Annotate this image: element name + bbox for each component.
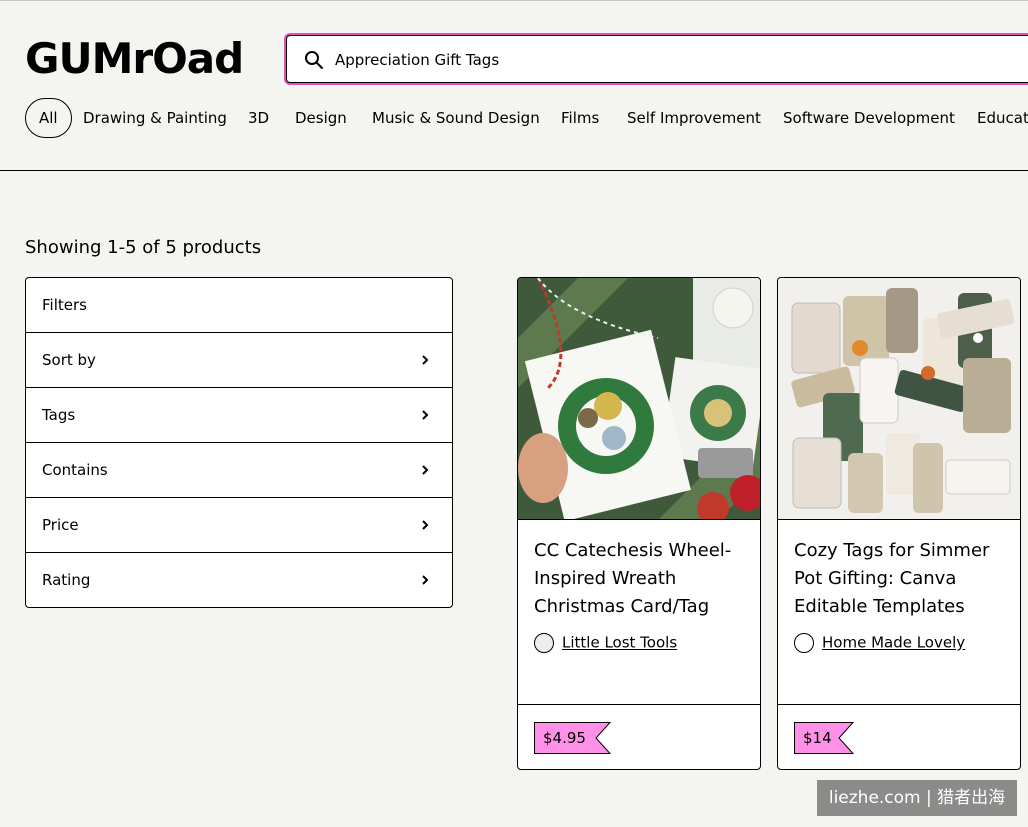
filter-label: Rating	[42, 571, 91, 589]
chevron-right-icon	[422, 410, 429, 420]
nav-item-films[interactable]: Films	[561, 98, 599, 138]
watermark: liezhe.com | 猎者出海	[817, 780, 1017, 816]
filter-label: Sort by	[42, 351, 96, 369]
product-title[interactable]: CC Catechesis Wheel-Inspired Wreath Chri…	[534, 537, 750, 621]
creator-avatar	[794, 632, 814, 653]
chevron-right-icon	[422, 355, 429, 365]
creator-name[interactable]: Little Lost Tools	[562, 634, 677, 652]
price-label: $14	[803, 729, 832, 747]
nav-item-music-sound-design[interactable]: Music & Sound Design	[372, 98, 540, 138]
nav-item-education[interactable]: Educat	[977, 98, 1028, 138]
product-card[interactable]: Cozy Tags for Simmer Pot Gifting: Canva …	[777, 277, 1021, 770]
product-thumbnail[interactable]	[518, 278, 760, 520]
filter-label: Price	[42, 516, 79, 534]
nav-item-self-improvement[interactable]: Self Improvement	[627, 98, 761, 138]
filters-heading: Filters	[26, 278, 452, 333]
filter-contains[interactable]: Contains	[26, 443, 452, 498]
creator-name[interactable]: Home Made Lovely	[822, 634, 965, 652]
nav-item-software-development[interactable]: Software Development	[783, 98, 955, 138]
product-footer: $14	[778, 704, 1020, 769]
filter-rating[interactable]: Rating	[26, 553, 452, 607]
search-icon	[305, 51, 323, 69]
product-card[interactable]: CC Catechesis Wheel-Inspired Wreath Chri…	[517, 277, 761, 770]
chevron-right-icon	[422, 575, 429, 585]
nav-item-drawing-painting[interactable]: Drawing & Painting	[83, 98, 227, 138]
top-header: GUMrOad Appreciation Gift Tags All Drawi…	[0, 0, 1028, 171]
product-title[interactable]: Cozy Tags for Simmer Pot Gifting: Canva …	[794, 537, 1010, 621]
creator-avatar	[534, 632, 554, 653]
nav-item-design[interactable]: Design	[295, 98, 347, 138]
creator-link[interactable]: Little Lost Tools	[534, 632, 677, 654]
price-label: $4.95	[543, 729, 586, 747]
nav-item-all[interactable]: All	[25, 98, 72, 138]
nav-item-3d[interactable]: 3D	[248, 98, 269, 138]
filter-label: Tags	[42, 406, 76, 424]
search-input[interactable]: Appreciation Gift Tags	[335, 50, 499, 70]
gumroad-logo[interactable]: GUMrOad	[25, 35, 244, 83]
filter-tags[interactable]: Tags	[26, 388, 452, 443]
creator-link[interactable]: Home Made Lovely	[794, 632, 965, 654]
filter-price[interactable]: Price	[26, 498, 452, 553]
results-summary: Showing 1-5 of 5 products	[25, 237, 262, 258]
chevron-right-icon	[422, 465, 429, 475]
filter-label: Contains	[42, 461, 108, 479]
search-bar[interactable]: Appreciation Gift Tags	[286, 35, 1028, 83]
filters-heading-label: Filters	[42, 296, 87, 314]
chevron-right-icon	[422, 520, 429, 530]
product-thumbnail[interactable]	[778, 278, 1020, 520]
filters-panel: Filters Sort by Tags Contains Price Rati…	[25, 277, 453, 608]
filter-sort-by[interactable]: Sort by	[26, 333, 452, 388]
product-footer: $4.95	[518, 704, 760, 769]
